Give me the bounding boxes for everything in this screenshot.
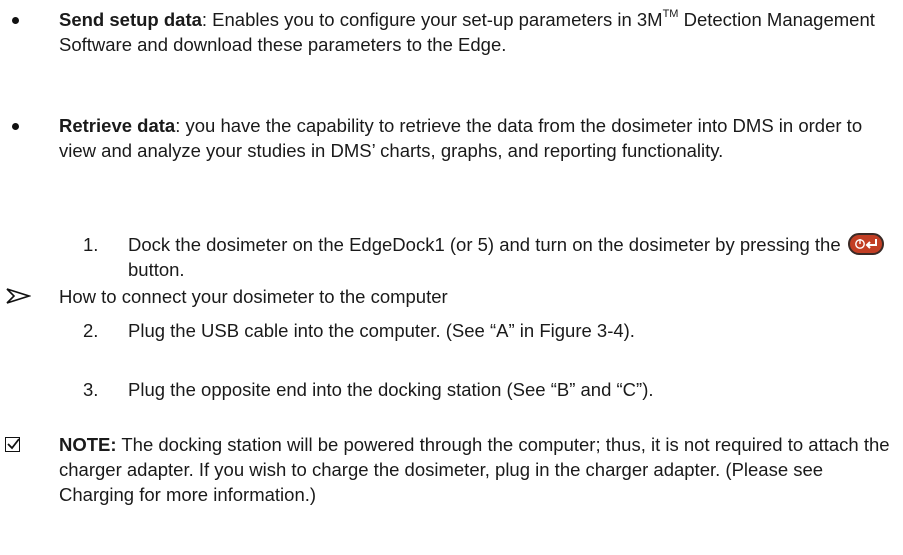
step-text: Plug the USB cable into the computer. (S… [128, 320, 635, 341]
note-body: The docking station will be powered thro… [59, 434, 890, 505]
bullet-term: Send setup data [59, 9, 202, 30]
bullet-text: Retrieve data: you have the capability t… [59, 113, 899, 163]
bullet-dot-icon [12, 123, 19, 130]
step-number: 3. [83, 379, 99, 400]
step-text: Plug the opposite end into the docking s… [128, 379, 654, 400]
trademark-superscript: TM [662, 7, 679, 20]
bullet-term: Retrieve data [59, 115, 176, 136]
step-text: Dock the dosimeter on the EdgeDock1 (or … [128, 232, 898, 282]
bullet-dot-icon [12, 17, 19, 24]
note-label: NOTE: [59, 434, 117, 455]
section-heading: How to connect your dosimeter to the com… [59, 286, 448, 307]
power-enter-button-icon [847, 233, 884, 256]
step-number: 2. [83, 320, 99, 341]
arrowhead-bullet-icon [6, 288, 31, 304]
note-text: NOTE: The docking station will be powere… [59, 432, 899, 507]
bullet-body: : Enables you to configure your set-up p… [201, 9, 663, 30]
bullet-body: : you have the capability to retrieve th… [59, 115, 863, 161]
step-number: 1. [83, 234, 99, 255]
checked-box-icon [5, 437, 20, 452]
step-text-after-icon: button. [128, 259, 185, 281]
bullet-text: Send setup data: Enables you to configur… [59, 7, 899, 57]
step-text-before-icon: Dock the dosimeter on the EdgeDock1 (or … [128, 234, 846, 255]
